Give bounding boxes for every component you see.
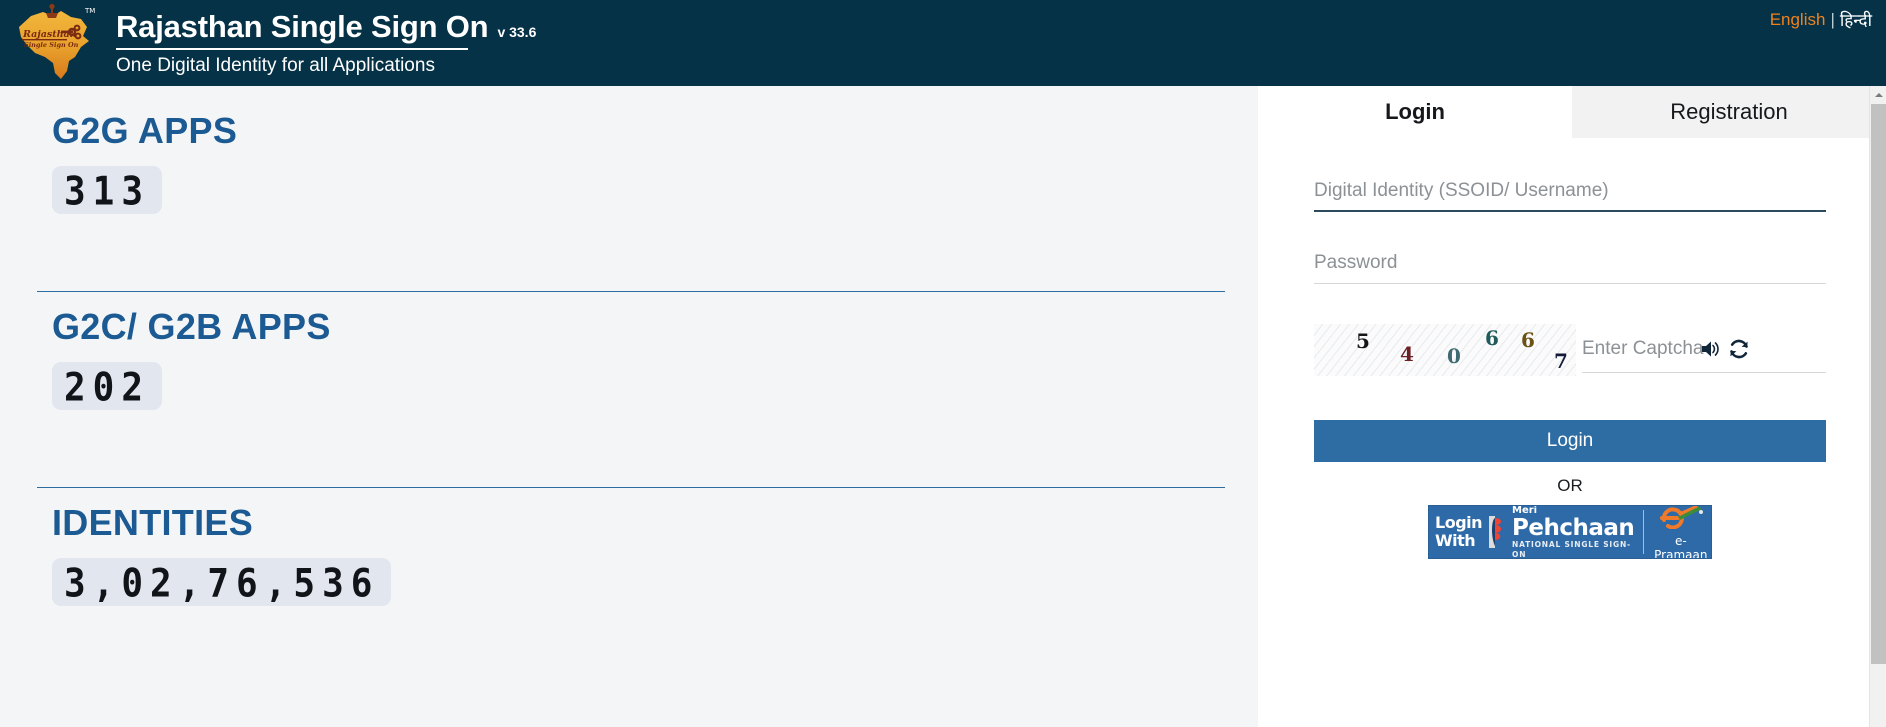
password-underline <box>1314 283 1826 284</box>
stat-title: IDENTITIES <box>52 502 254 543</box>
section-divider <box>37 291 1225 292</box>
svg-text:TM: TM <box>84 7 95 15</box>
password-field[interactable]: Password <box>1314 252 1826 284</box>
refresh-icon[interactable] <box>1727 337 1751 361</box>
meri-pehchaan-text: Meri Pehchaan NATIONAL SINGLE SIGN-ON <box>1512 505 1635 559</box>
stat-counter-value: 313 <box>64 169 151 215</box>
epramaan-block: e-Pramaan <box>1651 506 1711 558</box>
logo-container[interactable]: Rajasthan Single Sign On TM <box>0 0 110 86</box>
meri-pehchaan-flag-icon <box>1487 512 1507 552</box>
login-with-meri-pehchaan-button[interactable]: Login With Meri Pehchaan NATIONAL SINGLE… <box>1428 505 1712 559</box>
scrollbar-thumb[interactable] <box>1871 104 1886 664</box>
page-subtitle: One Digital Identity for all Application… <box>116 54 435 76</box>
stat-title: G2G APPS <box>52 110 238 151</box>
tab-login[interactable]: Login <box>1258 86 1572 138</box>
banner-divider <box>1642 510 1644 554</box>
login-panel: Login Registration Digital Identity (SSO… <box>1258 86 1886 727</box>
site-header: Rajasthan Single Sign On TM Rajasthan Si… <box>0 0 1886 86</box>
language-switcher: English | हिन्दी <box>1770 8 1872 31</box>
captcha-digit: 6 <box>1521 328 1535 352</box>
captcha-digit: 0 <box>1447 344 1461 368</box>
stats-panel: G2G APPS 313 G2C/ G2B APPS 202 IDENTITIE… <box>0 86 1258 727</box>
login-with-label: Login With <box>1435 513 1483 550</box>
stat-counter: 3,02,76,536 <box>52 558 392 607</box>
auth-tabs: Login Registration <box>1258 86 1886 138</box>
captcha-row: 5 4 0 6 6 7 Enter Captcha <box>1314 324 1826 376</box>
stat-title: G2C/ G2B APPS <box>52 306 331 347</box>
stat-g2g-apps: G2G APPS 313 <box>0 110 1258 214</box>
language-separator: | <box>1830 9 1835 29</box>
captcha-input-placeholder: Enter Captcha <box>1582 338 1704 359</box>
captcha-digit: 7 <box>1554 349 1568 373</box>
speaker-icon[interactable] <box>1699 338 1721 360</box>
language-hindi-link[interactable]: हिन्दी <box>1840 8 1872 31</box>
captcha-input-underline <box>1582 372 1826 373</box>
stat-counter: 202 <box>52 362 163 411</box>
login-button[interactable]: Login <box>1314 420 1826 462</box>
version-label: v 33.6 <box>497 23 537 40</box>
stat-g2c-g2b-apps: G2C/ G2B APPS 202 <box>0 306 1258 410</box>
svg-text:Single Sign On: Single Sign On <box>24 41 79 49</box>
stat-counter-value: 202 <box>64 365 151 411</box>
vertical-scrollbar[interactable] <box>1869 86 1886 727</box>
captcha-image: 5 4 0 6 6 7 <box>1314 324 1576 376</box>
captcha-digit: 5 <box>1356 329 1370 353</box>
title-underline <box>116 47 468 50</box>
stat-identities: IDENTITIES 3,02,76,536 <box>0 502 1258 606</box>
digital-identity-field[interactable]: Digital Identity (SSOID/ Username) <box>1314 180 1826 212</box>
password-placeholder: Password <box>1314 252 1398 273</box>
captcha-digit: 6 <box>1485 326 1499 350</box>
section-divider <box>37 487 1225 488</box>
stat-counter: 313 <box>52 166 163 215</box>
scroll-up-arrow-icon[interactable] <box>1870 86 1886 103</box>
digital-identity-placeholder: Digital Identity (SSOID/ Username) <box>1314 180 1609 201</box>
digital-identity-underline <box>1314 210 1826 212</box>
sso-login-page: Rajasthan Single Sign On TM Rajasthan Si… <box>0 0 1886 727</box>
epramaan-logo-icon <box>1651 506 1711 534</box>
language-english-link[interactable]: English <box>1770 10 1826 30</box>
captcha-digit: 4 <box>1400 342 1414 366</box>
captcha-input-wrap[interactable]: Enter Captcha <box>1582 324 1826 373</box>
header-title-block: Rajasthan Single Sign On v 33.6 One Digi… <box>116 8 537 77</box>
login-form: Digital Identity (SSOID/ Username) Passw… <box>1258 180 1886 559</box>
tab-registration[interactable]: Registration <box>1572 86 1886 138</box>
or-divider-label: OR <box>1557 476 1583 495</box>
page-title: Rajasthan Single Sign On <box>116 8 489 44</box>
rajasthan-map-logo-icon: Rajasthan Single Sign On TM <box>9 3 101 83</box>
stat-counter-value: 3,02,76,536 <box>64 561 380 607</box>
